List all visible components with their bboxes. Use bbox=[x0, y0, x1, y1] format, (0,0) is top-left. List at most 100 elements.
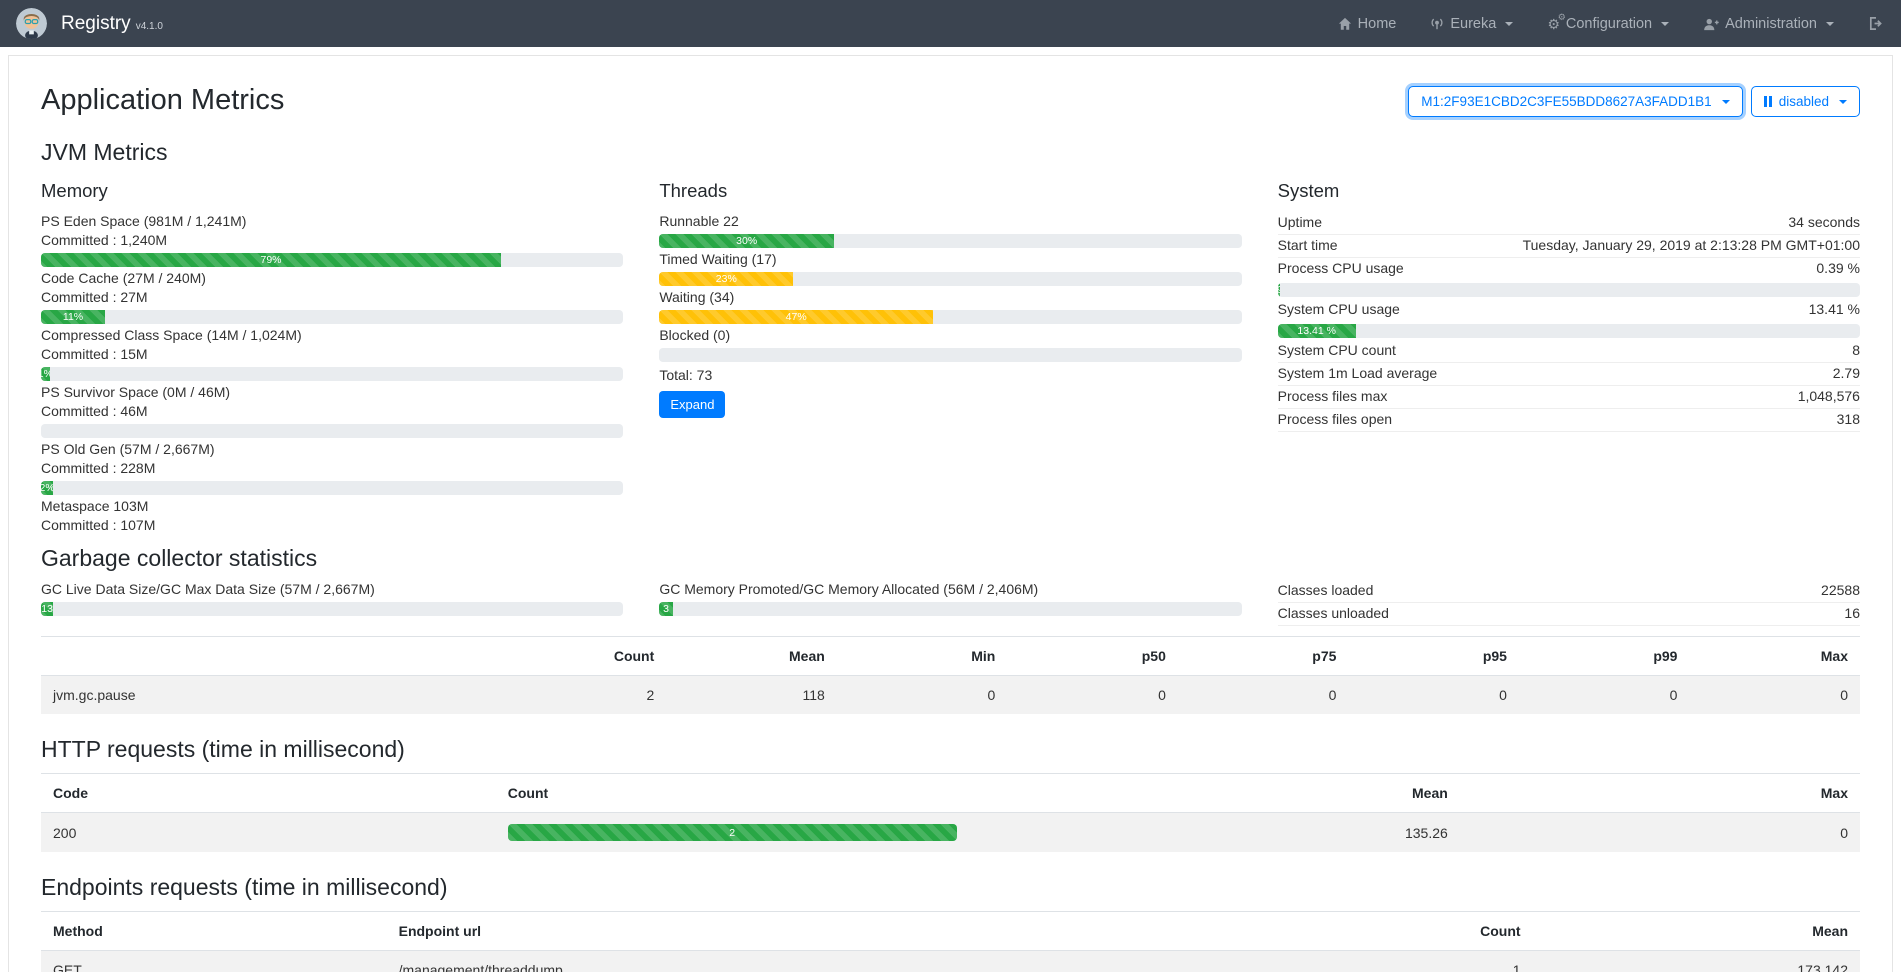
system-label: System CPU count bbox=[1278, 341, 1396, 360]
system-title: System bbox=[1278, 180, 1860, 202]
progress-bar bbox=[659, 348, 1241, 362]
cell-max: 0 bbox=[1689, 676, 1860, 715]
cell-max: 0 bbox=[1460, 813, 1860, 853]
column-header: p99 bbox=[1519, 637, 1690, 676]
nav-administration[interactable]: Administration bbox=[1703, 16, 1834, 32]
system-label: Process CPU usage bbox=[1278, 259, 1404, 278]
table-row: 200 2 135.26 0 bbox=[41, 813, 1860, 853]
metric-name: Timed Waiting (17) bbox=[659, 250, 1241, 269]
nav-eureka-label: Eureka bbox=[1450, 16, 1496, 32]
metric-name: Metaspace 103M bbox=[41, 497, 623, 516]
progress-bar bbox=[41, 424, 623, 438]
nav-eureka[interactable]: Eureka bbox=[1430, 16, 1513, 32]
expand-button[interactable]: Expand bbox=[659, 391, 725, 418]
system-row: Uptime 34 seconds bbox=[1278, 212, 1860, 235]
refresh-toggle-label: disabled bbox=[1779, 94, 1829, 109]
metric-committed: Committed : 228M bbox=[41, 459, 623, 478]
memory-metric: Compressed Class Space (14M / 1,024M) Co… bbox=[41, 326, 623, 381]
metric-name: Waiting (34) bbox=[659, 288, 1241, 307]
column-header: Mean bbox=[969, 774, 1460, 813]
jvm-metrics-title: JVM Metrics bbox=[41, 139, 1860, 166]
system-row: Start time Tuesday, January 29, 2019 at … bbox=[1278, 235, 1860, 258]
column-header: Method bbox=[41, 912, 387, 951]
cell-min: 0 bbox=[837, 676, 1008, 715]
system-label: Process files open bbox=[1278, 410, 1392, 429]
gc-live-metric: GC Live Data Size/GC Max Data Size (57M … bbox=[41, 580, 623, 626]
column-header: p95 bbox=[1348, 637, 1519, 676]
column-header: Endpoint url bbox=[387, 912, 1169, 951]
system-label: Uptime bbox=[1278, 213, 1322, 232]
refresh-toggle-dropdown[interactable]: disabled bbox=[1751, 86, 1860, 117]
progress-bar: 1% bbox=[41, 367, 623, 381]
column-header: Count bbox=[496, 774, 969, 813]
table-header-row: Count Mean Min p50 p75 p95 p99 Max bbox=[41, 637, 1860, 676]
system-label: Process files max bbox=[1278, 387, 1388, 406]
http-requests-title: HTTP requests (time in millisecond) bbox=[41, 736, 1860, 763]
system-value: 13.41 % bbox=[1809, 300, 1860, 319]
instance-selector-dropdown[interactable]: M1:2F93E1CBD2C3FE55BDD8627A3FADD1B1 bbox=[1408, 86, 1742, 117]
column-header: Max bbox=[1689, 637, 1860, 676]
column-header bbox=[41, 637, 496, 676]
threads-column: Threads Runnable 22 30% Timed Waiting (1… bbox=[659, 166, 1241, 535]
instance-selector-label: M1:2F93E1CBD2C3FE55BDD8627A3FADD1B1 bbox=[1421, 94, 1711, 109]
column-header: Mean bbox=[1533, 912, 1860, 951]
memory-title: Memory bbox=[41, 180, 623, 202]
system-value: 0.39 % bbox=[1816, 259, 1860, 278]
sign-out-icon bbox=[1868, 16, 1883, 31]
progress-bar: 13 bbox=[41, 602, 623, 616]
system-value: Tuesday, January 29, 2019 at 2:13:28 PM … bbox=[1523, 236, 1860, 255]
user-plus-icon bbox=[1703, 17, 1719, 31]
cell-method: GET bbox=[41, 951, 387, 972]
threads-title: Threads bbox=[659, 180, 1241, 202]
system-label: System 1m Load average bbox=[1278, 364, 1438, 383]
chevron-down-icon bbox=[1661, 22, 1669, 26]
progress-bar: 11% bbox=[41, 310, 623, 324]
thread-metric: Waiting (34) 47% bbox=[659, 288, 1241, 324]
memory-column: Memory PS Eden Space (981M / 1,241M) Com… bbox=[41, 166, 623, 535]
column-header: Code bbox=[41, 774, 496, 813]
memory-metric: Code Cache (27M / 240M) Committed : 27M … bbox=[41, 269, 623, 324]
cell-mean: 118 bbox=[666, 676, 837, 715]
metric-name: GC Live Data Size/GC Max Data Size (57M … bbox=[41, 580, 623, 599]
gc-metric-name: jvm.gc.pause bbox=[41, 676, 496, 715]
chevron-down-icon bbox=[1826, 22, 1834, 26]
content-card: Application Metrics M1:2F93E1CBD2C3FE55B… bbox=[8, 55, 1893, 972]
metric-committed: Committed : 15M bbox=[41, 345, 623, 364]
system-row: System 1m Load average 2.79 bbox=[1278, 363, 1860, 386]
column-header: Count bbox=[1169, 912, 1533, 951]
table-header-row: Method Endpoint url Count Mean bbox=[41, 912, 1860, 951]
cell-p50: 0 bbox=[1007, 676, 1178, 715]
metric-name: Blocked (0) bbox=[659, 326, 1241, 345]
pause-icon bbox=[1764, 96, 1772, 107]
progress-bar: 0.39 % bbox=[1278, 283, 1860, 297]
thread-metric: Runnable 22 30% bbox=[659, 212, 1241, 248]
table-row: GET /management/threaddump 1 173.142 bbox=[41, 951, 1860, 972]
gc-title: Garbage collector statistics bbox=[41, 545, 1860, 572]
brand-title: Registry bbox=[61, 13, 131, 35]
brand-link[interactable]: Registry v4.1.0 bbox=[61, 13, 163, 35]
nav-home[interactable]: Home bbox=[1338, 16, 1397, 32]
metric-committed: Committed : 107M bbox=[41, 516, 623, 535]
navbar: Registry v4.1.0 Home Eureka ⚙⚙ Configura… bbox=[0, 0, 1901, 47]
nav-signout[interactable] bbox=[1868, 16, 1883, 31]
cell-code: 200 bbox=[41, 813, 496, 853]
system-row: System CPU usage 13.41 % bbox=[1278, 299, 1860, 321]
nav-configuration[interactable]: ⚙⚙ Configuration bbox=[1547, 16, 1669, 32]
memory-metric: PS Survivor Space (0M / 46M) Committed :… bbox=[41, 383, 623, 438]
home-icon bbox=[1338, 17, 1352, 31]
metric-name: Runnable 22 bbox=[659, 212, 1241, 231]
progress-bar: 2% bbox=[41, 481, 623, 495]
system-value: 1,048,576 bbox=[1798, 387, 1860, 406]
chevron-down-icon bbox=[1839, 100, 1847, 104]
cell-p95: 0 bbox=[1348, 676, 1519, 715]
metric-committed: Committed : 27M bbox=[41, 288, 623, 307]
system-label: Start time bbox=[1278, 236, 1338, 255]
jhipster-logo-icon[interactable] bbox=[16, 8, 47, 39]
classes-label: Classes loaded bbox=[1278, 581, 1374, 600]
column-header: Max bbox=[1460, 774, 1860, 813]
metric-name: PS Eden Space (981M / 1,241M) bbox=[41, 212, 623, 231]
classes-loaded-row: Classes loaded 22588 bbox=[1278, 580, 1860, 603]
progress-bar: 79% bbox=[41, 253, 623, 267]
progress-bar: 3 bbox=[659, 602, 1241, 616]
cell-count: 1 bbox=[1169, 951, 1533, 972]
